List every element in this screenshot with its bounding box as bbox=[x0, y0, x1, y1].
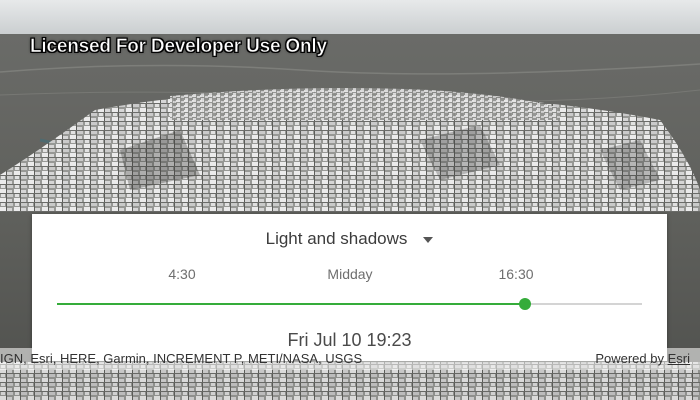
powered-by-label: Powered by bbox=[595, 351, 664, 366]
lighting-mode-label: Light and shadows bbox=[265, 229, 408, 248]
attribution-sources: IGN, Esri, HERE, Garmin, INCREMENT P, ME… bbox=[0, 351, 363, 366]
tick-label-evening: 16:30 bbox=[498, 266, 534, 282]
caret-down-icon bbox=[423, 236, 434, 243]
scene-view[interactable]: Licensed For Developer Use Only Light an… bbox=[0, 0, 700, 400]
tick-label-morning: 4:30 bbox=[168, 266, 196, 282]
powered-by-esri: Powered by Esri bbox=[595, 348, 690, 370]
map-attribution-bar: IGN, Esri, HERE, Garmin, INCREMENT P, ME… bbox=[0, 348, 700, 370]
tick-label-midday: Midday bbox=[327, 266, 373, 282]
developer-license-watermark: Licensed For Developer Use Only bbox=[30, 36, 328, 58]
slider-fill bbox=[57, 303, 525, 305]
esri-link[interactable]: Esri bbox=[668, 351, 690, 366]
slider-thumb[interactable] bbox=[519, 298, 531, 310]
daylight-widget: Light and shadows 4:30 Midday 16:30 Fri … bbox=[32, 214, 667, 361]
time-of-day-slider[interactable] bbox=[57, 296, 642, 312]
lighting-mode-dropdown[interactable]: Light and shadows bbox=[32, 228, 667, 250]
